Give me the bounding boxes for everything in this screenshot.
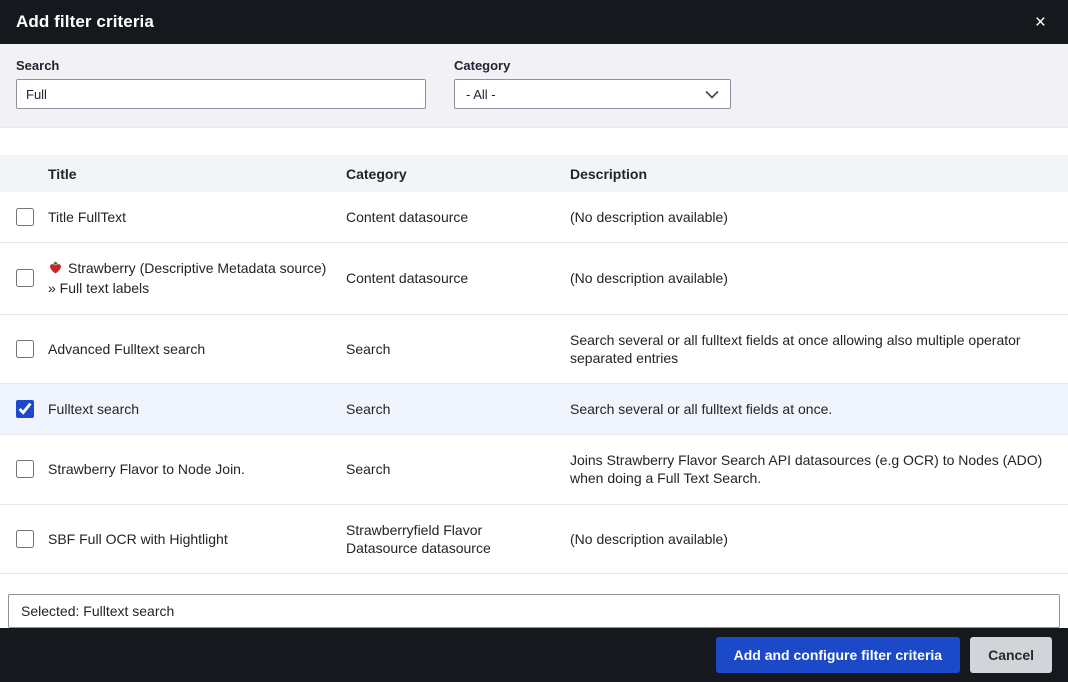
table-header-row: Title Category Description (0, 155, 1068, 192)
column-header-description: Description (570, 155, 1068, 192)
cancel-button[interactable]: Cancel (970, 636, 1052, 673)
column-header-title: Title (48, 155, 346, 192)
chevron-down-icon (705, 87, 719, 102)
row-category: Content datasource (346, 209, 469, 225)
modal-title: Add filter criteria (16, 12, 154, 31)
row-description: Search several or all fulltext fields at… (570, 331, 1021, 366)
row-checkbox[interactable] (16, 400, 34, 419)
row-title-text: Strawberry (Descriptive Metadata source)… (48, 260, 327, 297)
table-row[interactable]: Title FullText Content datasource (No de… (0, 192, 1068, 243)
row-title: Advanced Fulltext search (48, 340, 206, 357)
row-title: SBF Full OCR with Hightlight (48, 530, 228, 547)
search-input[interactable] (16, 79, 426, 109)
table-row[interactable]: Strawberry (Descriptive Metadata source)… (0, 242, 1068, 315)
row-checkbox[interactable] (16, 529, 34, 548)
row-checkbox[interactable] (16, 269, 34, 288)
row-title: Strawberry Flavor to Node Join. (48, 461, 245, 478)
selected-summary: Selected: Fulltext search (8, 593, 1060, 628)
category-label: Category (454, 58, 511, 73)
category-field: Category - All - (454, 58, 731, 109)
table-row[interactable]: Advanced Fulltext search Search Search s… (0, 314, 1068, 384)
row-description: Search several or all fulltext fields at… (570, 400, 833, 417)
row-title: Title FullText (48, 209, 127, 225)
row-description: Joins Strawberry Flavor Search API datas… (570, 452, 1043, 487)
row-description: (No description available) (570, 209, 728, 225)
checkbox-column-header (0, 155, 48, 192)
column-header-category: Category (346, 155, 570, 192)
row-category: Strawberryfield Flavor Datasource dataso… (346, 521, 491, 556)
search-field: Search (16, 58, 426, 109)
row-title: Strawberry (Descriptive Metadata source)… (48, 243, 346, 314)
row-category: Search (346, 461, 391, 478)
row-description: (No description available) (570, 530, 728, 547)
close-icon[interactable]: × (1029, 9, 1052, 36)
filter-bar: Search Category - All - (0, 44, 1068, 128)
row-description: (No description available) (570, 270, 728, 287)
search-label: Search (16, 58, 60, 73)
table-row[interactable]: Strawberry Flavor to Node Join. Search J… (0, 434, 1068, 504)
category-selected-value: - All - (466, 86, 496, 102)
row-category: Search (346, 340, 391, 357)
strawberry-icon (48, 260, 63, 279)
add-and-configure-button[interactable]: Add and configure filter criteria (715, 636, 961, 673)
row-title: Fulltext search (48, 400, 140, 417)
row-checkbox[interactable] (16, 460, 34, 479)
add-filter-criteria-modal: Add filter criteria × Search Category - … (0, 0, 1068, 682)
row-category: Content datasource (346, 270, 469, 287)
row-checkbox[interactable] (16, 208, 34, 227)
category-select[interactable]: - All - (454, 79, 731, 109)
row-checkbox[interactable] (16, 339, 34, 358)
table-row[interactable]: SBF Full OCR with Hightlight Strawberryf… (0, 504, 1068, 574)
filter-criteria-table: Title Category Description Title FullTex… (0, 155, 1068, 574)
table-row[interactable]: Fulltext search Search Search several or… (0, 383, 1068, 435)
row-category: Search (346, 400, 391, 417)
modal-header: Add filter criteria × (0, 0, 1068, 44)
